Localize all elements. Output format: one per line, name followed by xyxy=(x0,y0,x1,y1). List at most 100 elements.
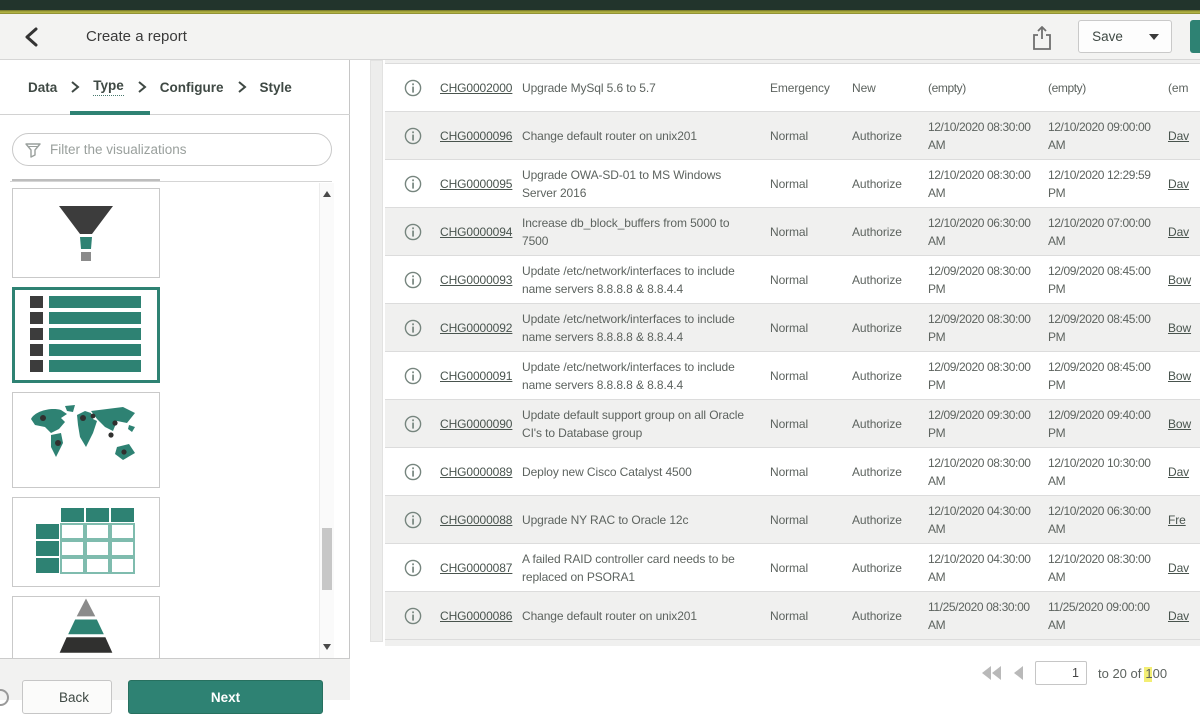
change-number-link[interactable]: CHG0000090 xyxy=(440,417,522,431)
row-info-icon[interactable] xyxy=(385,271,440,289)
previous-page-icon[interactable] xyxy=(1013,666,1024,680)
change-number-link[interactable]: CHG0000092 xyxy=(440,321,522,335)
wizard-step-data[interactable]: Data xyxy=(28,80,57,95)
filter-input[interactable] xyxy=(50,142,331,157)
clipped-row-bottom xyxy=(385,640,1200,646)
priority-value: Normal xyxy=(770,321,852,335)
pagination: to 20 of 100 xyxy=(982,660,1167,686)
row-info-icon[interactable] xyxy=(385,175,440,193)
save-dropdown-button[interactable] xyxy=(1136,20,1172,53)
scrollbar-thumb[interactable] xyxy=(322,528,332,590)
table-body: CHG0002000 Upgrade MySql 5.6 to 5.7 Emer… xyxy=(385,64,1200,640)
row-info-icon[interactable] xyxy=(385,511,440,529)
scroll-up-icon[interactable] xyxy=(323,191,331,197)
back-arrow-icon[interactable] xyxy=(22,26,44,48)
change-number-link[interactable]: CHG0000096 xyxy=(440,129,522,143)
viz-thumb-world-map[interactable] xyxy=(12,392,160,488)
visualization-filter[interactable] xyxy=(12,133,332,166)
row-info-icon[interactable] xyxy=(385,79,440,97)
state-value: Authorize xyxy=(852,609,928,623)
assigned-to-link[interactable]: Dav xyxy=(1168,225,1200,239)
priority-value: Normal xyxy=(770,609,852,623)
total-count: 100 xyxy=(1145,666,1167,681)
change-number-link[interactable]: CHG0000095 xyxy=(440,177,522,191)
viz-thumb-funnel[interactable] xyxy=(12,188,160,278)
table-row: CHG0000086 Change default router on unix… xyxy=(385,592,1200,640)
active-step-indicator xyxy=(70,111,150,115)
assigned-to-link[interactable]: Dav xyxy=(1168,609,1200,623)
end-date: 12/09/2020 08:45:00PM xyxy=(1048,358,1168,394)
change-number-link[interactable]: CHG0000086 xyxy=(440,609,522,623)
row-info-icon[interactable] xyxy=(385,415,440,433)
table-row: CHG0000093 Update /etc/network/interface… xyxy=(385,256,1200,304)
table-row: CHG0000095 Upgrade OWA-SD-01 to MS Windo… xyxy=(385,160,1200,208)
assigned-to-link[interactable]: Fre xyxy=(1168,513,1200,527)
assigned-to-link[interactable]: Bow xyxy=(1168,273,1200,287)
row-info-icon[interactable] xyxy=(385,127,440,145)
end-date: 12/10/2020 12:29:59PM xyxy=(1048,166,1168,202)
assigned-to-link[interactable]: Dav xyxy=(1168,465,1200,479)
row-info-icon[interactable] xyxy=(385,559,440,577)
short-description: Change default router on unix201 xyxy=(522,607,770,625)
page-number-input[interactable] xyxy=(1035,661,1087,685)
wizard-step-configure[interactable]: Configure xyxy=(160,80,224,95)
assigned-to-link[interactable]: (em xyxy=(1168,81,1200,95)
end-date: 12/09/2020 09:40:00PM xyxy=(1048,406,1168,442)
row-info-icon[interactable] xyxy=(385,223,440,241)
back-button[interactable]: Back xyxy=(22,680,112,714)
start-date: 12/10/2020 04:30:00AM xyxy=(928,550,1048,586)
start-date: 12/10/2020 08:30:00AM xyxy=(928,454,1048,490)
help-icon[interactable] xyxy=(0,689,9,706)
change-number-link[interactable]: CHG0000094 xyxy=(440,225,522,239)
wizard-step-type[interactable]: Type xyxy=(93,78,124,96)
end-date: 12/10/2020 08:30:00AM xyxy=(1048,550,1168,586)
assigned-to-link[interactable]: Dav xyxy=(1168,561,1200,575)
short-description: Change default router on unix201 xyxy=(522,127,770,145)
change-number-link[interactable]: CHG0000093 xyxy=(440,273,522,287)
start-date: 12/10/2020 04:30:00AM xyxy=(928,502,1048,538)
assigned-to-link[interactable]: Bow xyxy=(1168,417,1200,431)
start-date: (empty) xyxy=(928,79,1048,97)
start-date: 12/09/2020 09:30:00PM xyxy=(928,406,1048,442)
row-info-icon[interactable] xyxy=(385,319,440,337)
row-info-icon[interactable] xyxy=(385,463,440,481)
short-description: Update /etc/network/interfaces to includ… xyxy=(522,358,770,394)
end-date: (empty) xyxy=(1048,79,1168,97)
table-row: CHG0000090 Update default support group … xyxy=(385,400,1200,448)
row-info-icon[interactable] xyxy=(385,607,440,625)
assigned-to-link[interactable]: Dav xyxy=(1168,177,1200,191)
change-number-link[interactable]: CHG0002000 xyxy=(440,81,522,95)
wizard-step-style[interactable]: Style xyxy=(260,80,292,95)
start-date: 11/25/2020 08:30:00AM xyxy=(928,598,1048,634)
change-number-link[interactable]: CHG0000088 xyxy=(440,513,522,527)
start-date: 12/10/2020 08:30:00AM xyxy=(928,166,1048,202)
next-button[interactable]: Next xyxy=(128,680,323,714)
assigned-to-link[interactable]: Dav xyxy=(1168,129,1200,143)
table-row: CHG0000094 Increase db_block_buffers fro… xyxy=(385,208,1200,256)
change-number-link[interactable]: CHG0000087 xyxy=(440,561,522,575)
viz-thumb-pyramid[interactable] xyxy=(12,596,160,658)
row-info-icon[interactable] xyxy=(385,367,440,385)
share-icon[interactable] xyxy=(1030,25,1054,51)
clipped-primary-button[interactable] xyxy=(1190,20,1200,53)
save-button[interactable]: Save xyxy=(1078,20,1137,53)
scroll-down-icon[interactable] xyxy=(323,644,331,650)
end-date: 12/09/2020 08:45:00PM xyxy=(1048,310,1168,346)
viz-thumb-list[interactable] xyxy=(12,287,160,383)
first-page-icon[interactable] xyxy=(982,666,1002,680)
back-button-label: Back xyxy=(59,690,89,705)
assigned-to-link[interactable]: Bow xyxy=(1168,369,1200,383)
change-number-link[interactable]: CHG0000091 xyxy=(440,369,522,383)
viz-thumb-heatmap-table[interactable] xyxy=(12,497,160,587)
viz-list-scrollbar[interactable] xyxy=(319,183,334,658)
table-scrollbar-track[interactable] xyxy=(370,60,383,642)
table-row: CHG0000087 A failed RAID controller card… xyxy=(385,544,1200,592)
priority-value: Normal xyxy=(770,129,852,143)
change-number-link[interactable]: CHG0000089 xyxy=(440,465,522,479)
start-date: 12/09/2020 08:30:00PM xyxy=(928,262,1048,298)
priority-value: Normal xyxy=(770,177,852,191)
short-description: Upgrade OWA-SD-01 to MS Windows Server 2… xyxy=(522,166,770,202)
assigned-to-link[interactable]: Bow xyxy=(1168,321,1200,335)
short-description: A failed RAID controller card needs to b… xyxy=(522,550,770,586)
chevron-right-icon xyxy=(137,81,147,93)
